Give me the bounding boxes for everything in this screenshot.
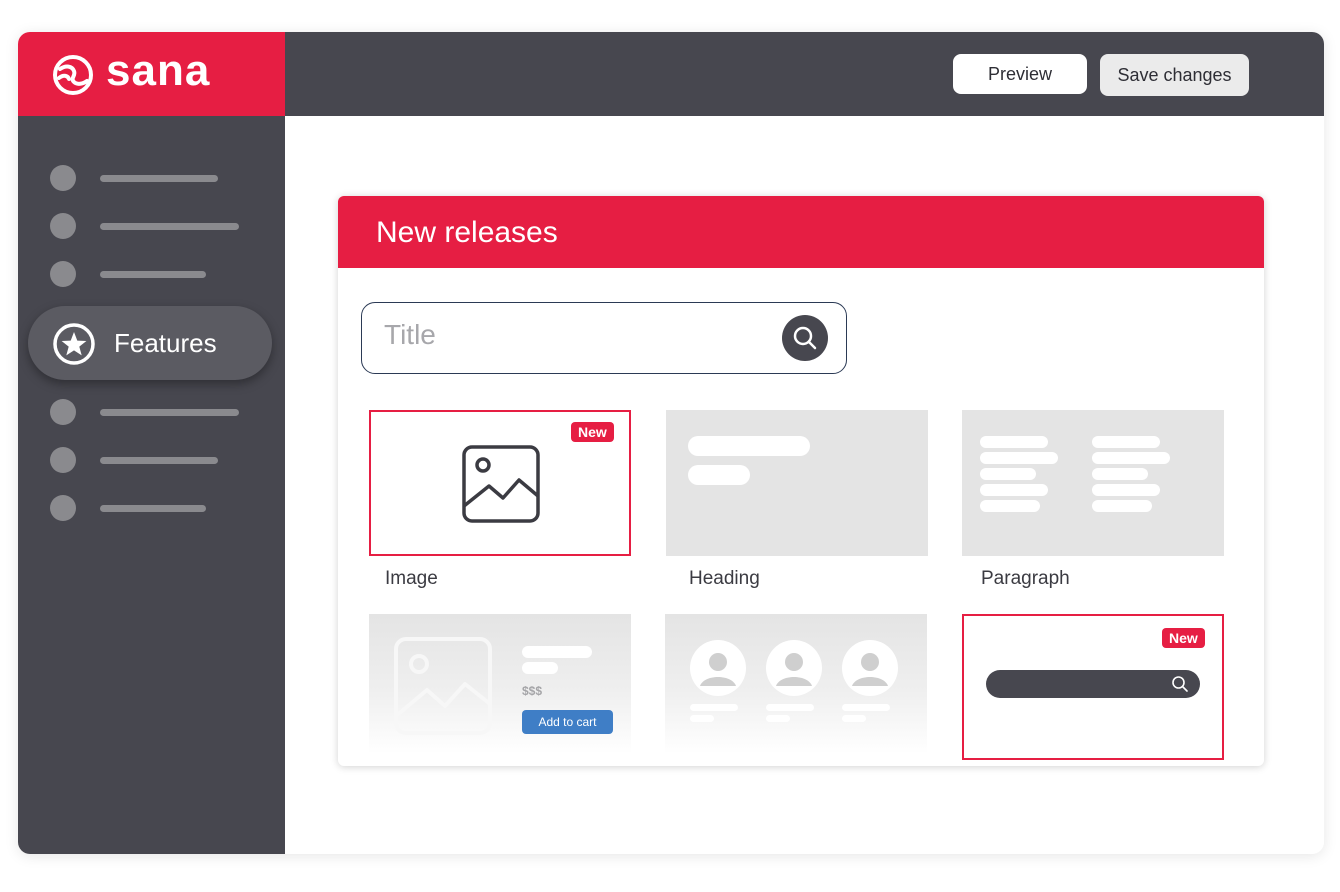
image-block-tile[interactable]: New bbox=[369, 410, 631, 556]
paragraph-placeholder-line bbox=[1092, 452, 1170, 464]
paragraph-placeholder-line bbox=[980, 452, 1058, 464]
app-window: sana Preview Save changes Features New r… bbox=[18, 32, 1324, 854]
paragraph-tile-label: Paragraph bbox=[981, 568, 1070, 589]
user-name-placeholder bbox=[690, 715, 714, 722]
image-tile-label: Image bbox=[385, 568, 438, 589]
user-name-placeholder bbox=[766, 715, 790, 722]
search-bar-preview bbox=[986, 670, 1200, 698]
paragraph-placeholder-line bbox=[1092, 484, 1160, 496]
search-icon bbox=[1172, 676, 1188, 692]
title-search-input[interactable]: Title bbox=[361, 302, 847, 374]
product-block-tile[interactable]: $$$ Add to cart bbox=[369, 614, 631, 754]
sidebar-item-2-icon[interactable] bbox=[50, 213, 76, 239]
new-badge: New bbox=[571, 422, 614, 442]
paragraph-placeholder-line bbox=[980, 436, 1048, 448]
sidebar-item-6-icon[interactable] bbox=[50, 447, 76, 473]
new-releases-panel: New releases Title New Image Heading Par… bbox=[338, 196, 1264, 766]
panel-header: New releases bbox=[338, 196, 1264, 268]
paragraph-placeholder-line bbox=[1092, 436, 1160, 448]
new-badge: New bbox=[1162, 628, 1205, 648]
sidebar-item-2-placeholder[interactable] bbox=[100, 223, 239, 230]
paragraph-placeholder-line bbox=[980, 484, 1048, 496]
sidebar-item-5-icon[interactable] bbox=[50, 399, 76, 425]
product-price: $$$ bbox=[522, 684, 543, 698]
sana-logo-icon bbox=[53, 55, 93, 95]
preview-button[interactable]: Preview bbox=[953, 54, 1087, 94]
user-name-placeholder bbox=[842, 704, 890, 711]
user-name-placeholder bbox=[766, 704, 814, 711]
sidebar-item-features[interactable]: Features bbox=[28, 306, 272, 380]
star-icon bbox=[53, 323, 95, 365]
image-icon bbox=[462, 445, 540, 523]
sidebar-item-1-icon[interactable] bbox=[50, 165, 76, 191]
image-icon bbox=[394, 637, 492, 735]
sidebar-item-1-placeholder[interactable] bbox=[100, 175, 218, 182]
sidebar: Features bbox=[18, 116, 285, 854]
search-button[interactable] bbox=[782, 315, 828, 361]
paragraph-placeholder-line bbox=[1092, 468, 1148, 480]
sidebar-item-label: Features bbox=[114, 328, 217, 358]
brand-name: sana bbox=[106, 46, 211, 95]
save-changes-button[interactable]: Save changes bbox=[1100, 54, 1249, 96]
sidebar-item-5-placeholder[interactable] bbox=[100, 409, 239, 416]
search-block-tile[interactable]: New bbox=[962, 614, 1224, 760]
heading-block-tile[interactable] bbox=[666, 410, 928, 556]
sidebar-item-3-placeholder[interactable] bbox=[100, 271, 206, 278]
user-icon bbox=[842, 640, 898, 696]
add-to-cart-button[interactable]: Add to cart bbox=[522, 710, 613, 734]
user-icon bbox=[766, 640, 822, 696]
search-placeholder: Title bbox=[384, 319, 436, 350]
heading-placeholder-line bbox=[688, 436, 810, 456]
product-name-placeholder bbox=[522, 662, 558, 674]
sidebar-item-6-placeholder[interactable] bbox=[100, 457, 218, 464]
paragraph-placeholder-line bbox=[980, 468, 1036, 480]
heading-tile-label: Heading bbox=[689, 568, 760, 589]
panel-title: New releases bbox=[376, 216, 558, 249]
sidebar-item-7-placeholder[interactable] bbox=[100, 505, 206, 512]
product-name-placeholder bbox=[522, 646, 592, 658]
user-name-placeholder bbox=[842, 715, 866, 722]
user-name-placeholder bbox=[690, 704, 738, 711]
user-icon bbox=[690, 640, 746, 696]
paragraph-placeholder-line bbox=[1092, 500, 1152, 512]
heading-placeholder-line bbox=[688, 465, 750, 485]
search-icon bbox=[793, 326, 817, 350]
sidebar-item-7-icon[interactable] bbox=[50, 495, 76, 521]
sidebar-item-3-icon[interactable] bbox=[50, 261, 76, 287]
brand-header: sana bbox=[18, 32, 285, 116]
paragraph-block-tile[interactable] bbox=[962, 410, 1224, 556]
user-list-block-tile[interactable] bbox=[665, 614, 927, 754]
paragraph-placeholder-line bbox=[980, 500, 1040, 512]
